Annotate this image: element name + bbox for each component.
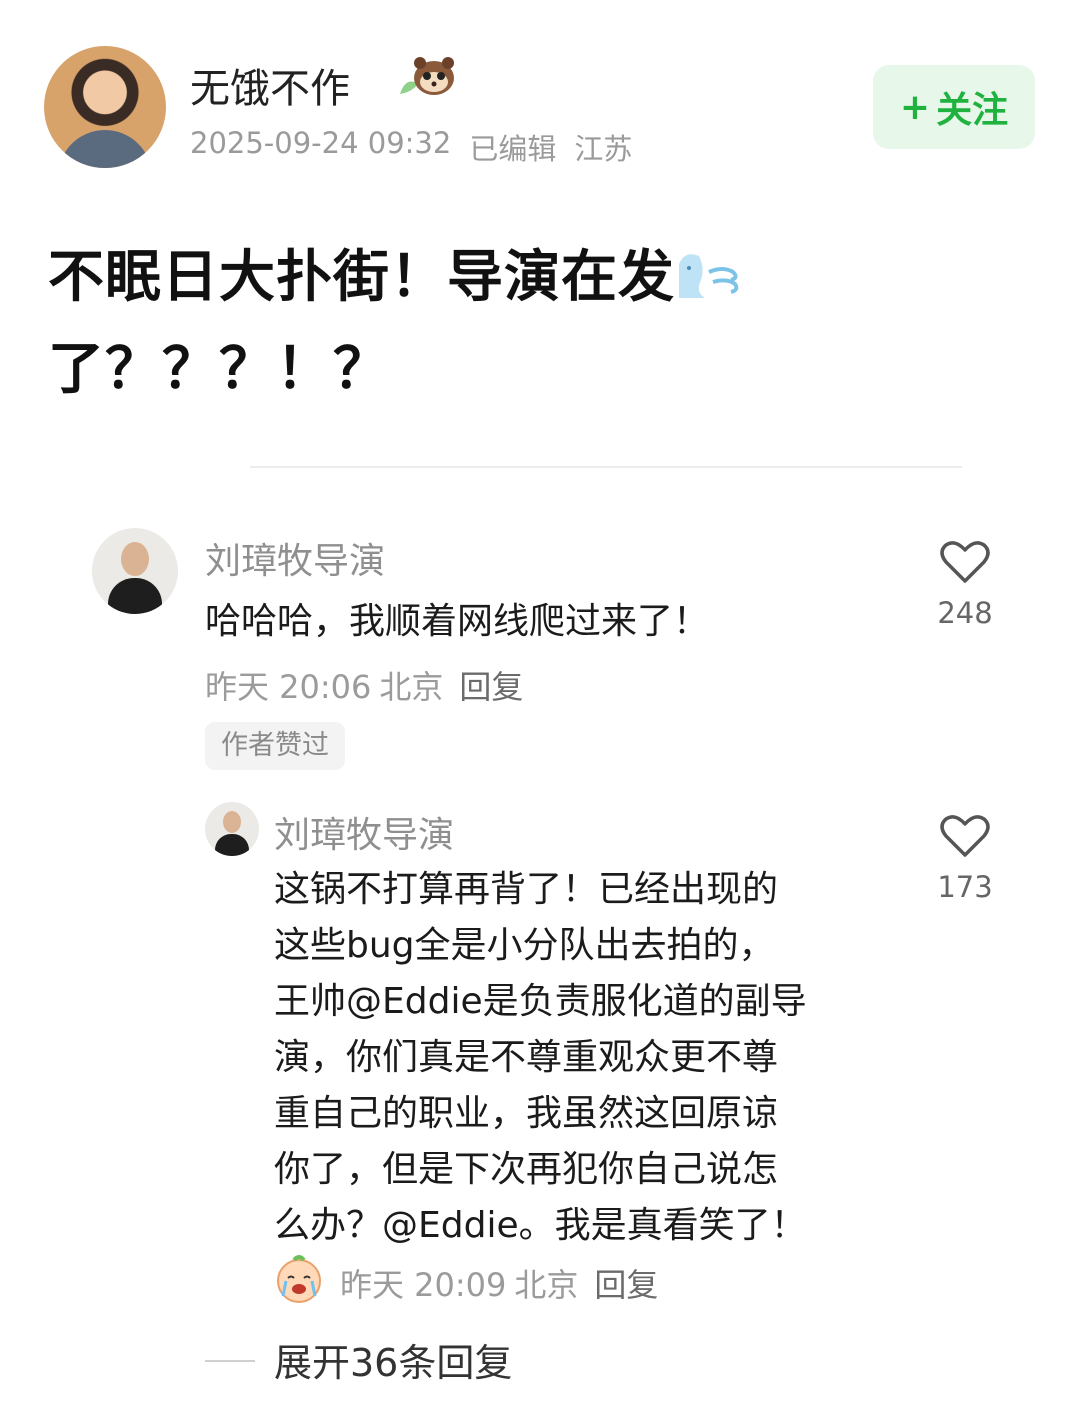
reply-text-line: 王帅@Eddie是负责服化道的副导 [274, 981, 807, 1022]
reply-meta: 昨天 20:09 北京 回复 [340, 1260, 658, 1306]
heart-icon [940, 541, 990, 583]
plus-icon: + [899, 86, 931, 128]
post-timestamp: 2025-09-24 09:32 [190, 126, 452, 160]
comment-avatar[interactable] [92, 528, 178, 614]
post-title-line2: 了？？？！？ [48, 337, 390, 402]
follow-button[interactable]: + 关注 [873, 65, 1035, 149]
post-title: 不眠日大扑街！导演在发 了？？？！？ [48, 232, 848, 416]
reply-text-line: 你了，但是下次再犯你自己说怎 [274, 1149, 779, 1190]
like-count: 248 [937, 596, 993, 630]
reply-text-line: 这些bug全是小分队出去拍的， [274, 925, 775, 966]
reply-text-line: 么办？@Eddie。我是真看笑了！ [274, 1205, 807, 1246]
like-button[interactable]: 248 [920, 540, 1010, 630]
author-avatar[interactable] [44, 46, 166, 168]
raccoon-sticker-icon [400, 57, 454, 95]
reply-time: 昨天 20:09 [340, 1266, 507, 1304]
post-location: 江苏 [574, 132, 633, 166]
comment-author[interactable]: 刘璋牧导演 [205, 532, 385, 584]
expand-divider [205, 1360, 255, 1362]
expand-replies-button[interactable]: 展开36条回复 [274, 1332, 512, 1387]
comment-time: 昨天 20:06 [205, 668, 372, 706]
comment-text: 哈哈哈，我顺着网线爬过来了！ [205, 601, 710, 642]
like-button[interactable]: 173 [920, 814, 1010, 904]
reply-text: 这锅不打算再背了！已经出现的 这些bug全是小分队出去拍的， 王帅@Eddie是… [274, 862, 874, 1254]
crying-emoji-icon [277, 1255, 321, 1303]
heart-icon [940, 815, 990, 857]
comment-meta: 昨天 20:06 北京 回复 [205, 662, 523, 708]
follow-label: 关注 [936, 90, 1009, 131]
post-meta: 2025-09-24 09:32 已编辑 江苏 [190, 126, 632, 168]
divider [250, 466, 962, 468]
post-title-line1: 不眠日大扑街！导演在发 [48, 245, 675, 310]
edited-label: 已编辑 [469, 132, 557, 166]
reply-author[interactable]: 刘璋牧导演 [274, 806, 454, 858]
reply-text-line: 这锅不打算再背了！已经出现的 [274, 869, 779, 910]
wind-emoji-icon [679, 254, 739, 298]
reply-avatar[interactable] [205, 802, 259, 856]
reply-location: 北京 [514, 1266, 579, 1304]
author-liked-badge: 作者赞过 [205, 722, 345, 770]
reply-text-line: 演，你们真是不尊重观众更不尊 [274, 1037, 779, 1078]
reply-button[interactable]: 回复 [594, 1260, 658, 1306]
author-name[interactable]: 无饿不作 [190, 56, 350, 114]
like-count: 173 [937, 870, 993, 904]
reply-button[interactable]: 回复 [459, 662, 523, 708]
reply-text-line: 重自己的职业，我虽然这回原谅 [274, 1093, 779, 1134]
comment-location: 北京 [379, 668, 444, 706]
